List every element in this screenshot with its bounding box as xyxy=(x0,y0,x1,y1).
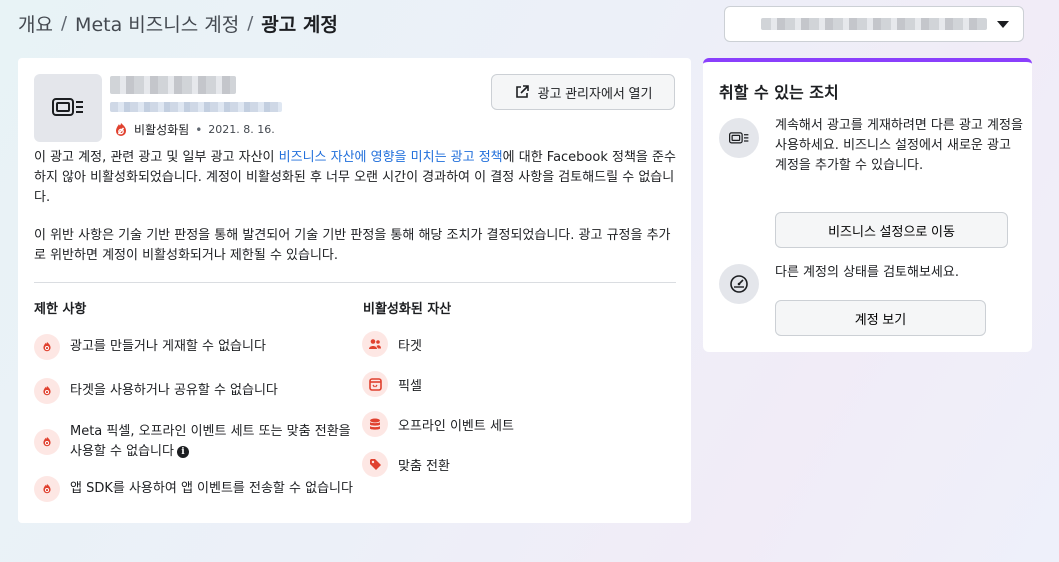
tag-icon xyxy=(362,451,388,477)
account-selector[interactable] xyxy=(724,6,1024,42)
status-label: 비활성화됨 xyxy=(134,123,190,137)
disabled-icon xyxy=(34,378,60,404)
restriction-text: 앱 SDK를 사용하여 앱 이벤트를 전송할 수 없습니다 xyxy=(70,481,353,496)
disabled-icon xyxy=(34,334,60,360)
disabled-icon xyxy=(34,429,60,455)
ad-account-icon xyxy=(719,118,759,158)
restriction-text: 광고를 만들거나 게재할 수 없습니다 xyxy=(70,339,266,354)
info-icon[interactable]: i xyxy=(176,445,189,458)
view-accounts-button[interactable]: 계정 보기 xyxy=(775,300,986,336)
disabled-assets-title: 비활성화된 자산 xyxy=(363,302,452,317)
policy-link[interactable]: 비즈니스 자산에 영향을 미치는 광고 정책 xyxy=(279,150,503,165)
restriction-item: Meta 픽셀, 오프라인 이벤트 세트 또는 맞춤 전환을 사용할 수 없습니… xyxy=(34,422,354,462)
disabled-assets-list: 타겟 픽셀 오프라인 이벤트 세트 맞춤 전환 xyxy=(362,331,682,491)
restrictions-title: 제한 사항 xyxy=(34,302,87,317)
ad-account-card: 비활성화됨 • 2021. 8. 16. 광고 관리자에서 열기 이 광고 계정… xyxy=(18,58,691,523)
breadcrumb-overview[interactable]: 개요 xyxy=(18,10,53,37)
restriction-text: Meta 픽셀, 오프라인 이벤트 세트 또는 맞춤 전환을 사용할 수 없습니… xyxy=(70,424,351,459)
violation-text: 이 위반 사항은 기술 기반 판정을 통해 발견되어 기술 기반 판정을 통해 … xyxy=(34,228,671,263)
actions-card: 취할 수 있는 조치 계속해서 광고를 게재하려면 다른 광고 계정을 사용하세… xyxy=(703,58,1032,352)
breadcrumb-separator: / xyxy=(60,13,68,34)
chevron-down-icon xyxy=(997,21,1009,28)
disable-reason-text: 이 광고 계정, 관련 광고 및 일부 광고 자산이 비즈니스 자산에 영향을 … xyxy=(34,148,679,208)
business-settings-label: 비즈니스 설정으로 이동 xyxy=(828,223,955,239)
disabled-asset-item: 오프라인 이벤트 세트 xyxy=(362,411,682,437)
asset-label: 오프라인 이벤트 세트 xyxy=(398,418,514,434)
restriction-item: 광고를 만들거나 게재할 수 없습니다 xyxy=(34,334,354,360)
ad-account-icon xyxy=(34,74,102,142)
obscured-account-title xyxy=(110,76,236,94)
section-divider xyxy=(34,282,676,283)
restriction-text: 타겟을 사용하거나 공유할 수 없습니다 xyxy=(70,383,278,398)
open-in-ads-manager-button[interactable]: 광고 관리자에서 열기 xyxy=(491,74,675,110)
use-other-account-text: 계속해서 광고를 게재하려면 다른 광고 계정을 사용하세요. 비즈니스 설정에… xyxy=(775,118,1023,173)
business-settings-button[interactable]: 비즈니스 설정으로 이동 xyxy=(775,212,1008,248)
breadcrumb-separator: / xyxy=(247,13,254,34)
restriction-text-wrap: Meta 픽셀, 오프라인 이벤트 세트 또는 맞춤 전환을 사용할 수 없습니… xyxy=(70,422,354,462)
disabled-asset-item: 픽셀 xyxy=(362,371,682,397)
open-in-ads-manager-label: 광고 관리자에서 열기 xyxy=(537,85,653,101)
disabled-icon xyxy=(116,122,126,136)
restriction-item: 타겟을 사용하거나 공유할 수 없습니다 xyxy=(34,378,354,404)
disabled-icon xyxy=(34,476,60,502)
obscured-account-name xyxy=(761,18,987,30)
people-icon xyxy=(362,331,388,357)
restriction-item: 앱 SDK를 사용하여 앱 이벤트를 전송할 수 없습니다 xyxy=(34,476,354,502)
gauge-icon xyxy=(719,264,759,304)
asset-label: 타겟 xyxy=(398,338,422,354)
database-icon xyxy=(362,411,388,437)
actions-title: 취할 수 있는 조치 xyxy=(719,83,839,102)
status-separator: • xyxy=(195,122,203,137)
status-date: 2021. 8. 16. xyxy=(208,123,275,136)
status-line: 비활성화됨 • 2021. 8. 16. xyxy=(114,121,275,138)
restrictions-list: 광고를 만들거나 게재할 수 없습니다 타겟을 사용하거나 공유할 수 없습니다… xyxy=(34,334,354,516)
breadcrumb-business-account[interactable]: Meta 비즈니스 계정 xyxy=(75,10,239,37)
review-accounts-text: 다른 계정의 상태를 검토해보세요. xyxy=(775,265,959,280)
breadcrumb-current: 광고 계정 xyxy=(261,14,338,36)
asset-label: 맞춤 전환 xyxy=(398,458,450,474)
disabled-asset-item: 맞춤 전환 xyxy=(362,451,682,477)
asset-label: 픽셀 xyxy=(398,378,422,394)
view-accounts-label: 계정 보기 xyxy=(854,311,907,327)
breadcrumb: 개요 / Meta 비즈니스 계정 / 광고 계정 xyxy=(18,10,338,37)
disable-reason-part: 이 광고 계정, 관련 광고 및 일부 광고 자산이 xyxy=(34,150,279,165)
external-link-icon xyxy=(515,85,529,98)
obscured-account-id xyxy=(110,102,282,112)
disabled-asset-item: 타겟 xyxy=(362,331,682,357)
pixel-icon xyxy=(362,371,388,397)
